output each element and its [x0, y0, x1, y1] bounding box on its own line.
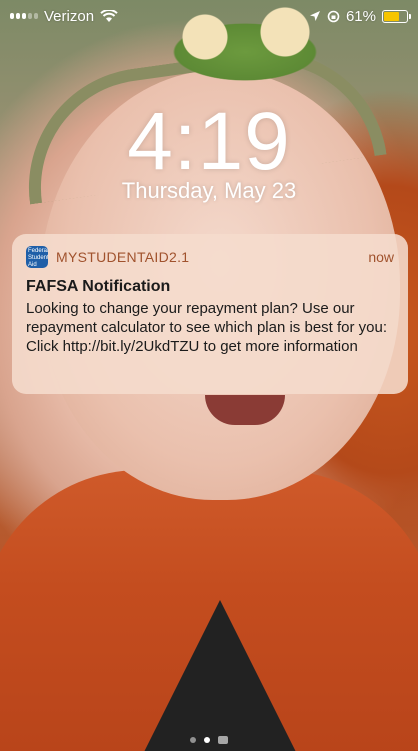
location-arrow-icon [309, 11, 320, 21]
camera-icon [218, 736, 228, 744]
battery-fill [384, 11, 399, 21]
wifi-icon [100, 9, 118, 22]
lock-screen-clock: 4:19 [127, 96, 291, 187]
notification-app-name: MYSTUDENTAID2.1 [56, 249, 190, 265]
page-dot [190, 737, 196, 743]
wallpaper-sweater-shape [140, 600, 300, 751]
notification-time: now [368, 249, 394, 265]
lock-screen-date: Thursday, May 23 [121, 178, 297, 203]
battery-percent: 61% [345, 7, 376, 25]
orientation-lock-icon [327, 10, 340, 22]
app-icon-label: Federal Student Aid [28, 248, 48, 268]
signal-icon [10, 13, 38, 19]
notification-header: Federal Student Aid MYSTUDENTAID2.1 now [26, 246, 394, 268]
notification-title: FAFSA Notification [26, 278, 171, 295]
status-bar: Verizon 61% [0, 0, 418, 32]
carrier-label: Verizon [44, 7, 95, 25]
page-indicator [0, 736, 418, 744]
student-aid-icon: Federal Student Aid [26, 246, 48, 268]
notification-body: Looking to change your repayment plan? U… [26, 300, 388, 355]
notification-card[interactable]: Federal Student Aid MYSTUDENTAID2.1 now … [12, 234, 408, 394]
status-right: 61% [309, 7, 411, 25]
page-dot-active [204, 737, 210, 743]
battery-icon [382, 9, 411, 23]
status-left: Verizon [10, 8, 118, 25]
